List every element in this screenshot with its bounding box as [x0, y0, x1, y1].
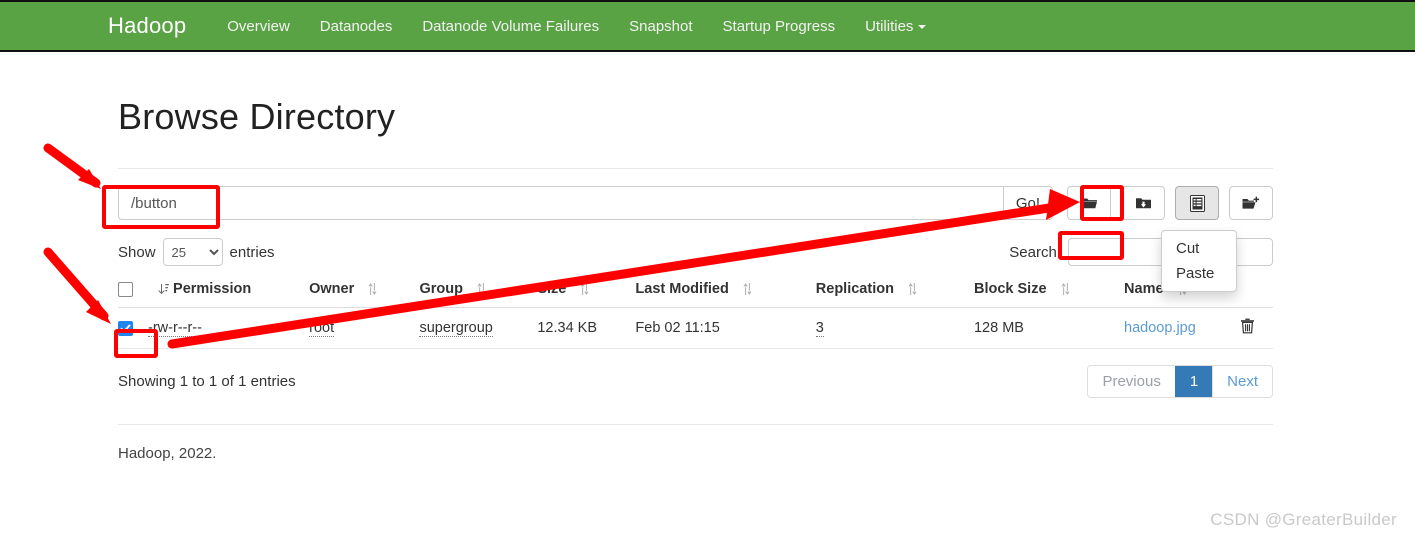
cell-group: supergroup: [419, 307, 538, 349]
cell-permission: -rw-r--r--: [148, 307, 310, 349]
group-value[interactable]: supergroup: [419, 320, 493, 337]
cell-block-size: 128 MB: [973, 307, 1125, 349]
header-replication-label: Replication: [815, 281, 894, 297]
path-bar: Go!: [118, 186, 1273, 292]
dropdown-item-paste[interactable]: Paste: [1162, 261, 1236, 286]
footer-divider: [118, 424, 1273, 425]
title-divider: [118, 168, 1273, 169]
select-all-checkbox[interactable]: [118, 281, 133, 297]
navbar-items: Hadoop Overview Datanodes Datanode Volum…: [108, 13, 941, 39]
files-table: Permission Owner Group Size Last Modifie…: [118, 273, 1273, 349]
row-select-cell[interactable]: [118, 307, 148, 349]
sort-icon: [580, 281, 590, 297]
header-last-modified[interactable]: Last Modified: [635, 273, 816, 308]
header-name-label: Name: [1124, 281, 1164, 297]
header-owner[interactable]: Owner: [309, 273, 420, 308]
page-title: Browse Directory: [118, 96, 396, 137]
search-label: Search:: [1009, 243, 1061, 261]
footer-text: Hadoop, 2022.: [118, 445, 217, 462]
header-actions: [1239, 273, 1273, 308]
show-label: Show: [118, 243, 156, 261]
sort-icon: [908, 281, 917, 297]
file-name-link[interactable]: hadoop.jpg: [1124, 320, 1196, 336]
nav-link-datanodes[interactable]: Datanodes: [305, 18, 408, 35]
show-entries-control: Show 25 entries: [118, 238, 275, 266]
nav-link-snapshot[interactable]: Snapshot: [614, 18, 707, 35]
sort-icon: [743, 281, 752, 297]
nav-link-utilities[interactable]: Utilities: [850, 18, 941, 35]
nav-link-overview[interactable]: Overview: [212, 18, 305, 35]
entries-label: entries: [229, 243, 275, 261]
folder-plus-button[interactable]: [1229, 186, 1273, 220]
header-permission[interactable]: Permission: [148, 273, 310, 308]
cell-replication: 3: [815, 307, 974, 349]
cell-name: hadoop.jpg: [1124, 307, 1240, 349]
sort-icon: [1060, 281, 1070, 297]
folder-open-icon: [1081, 196, 1098, 210]
cut-paste-dropdown: Cut Paste: [1161, 230, 1237, 292]
files-table-head: Permission Owner Group Size Last Modifie…: [118, 273, 1273, 308]
sort-active-icon: [158, 281, 169, 297]
go-button[interactable]: Go!: [1002, 186, 1053, 220]
cell-size: 12.34 KB: [537, 307, 636, 349]
table-header-row: Permission Owner Group Size Last Modifie…: [118, 273, 1273, 308]
path-input[interactable]: [118, 186, 1003, 220]
nav-link-datanode-volume-failures[interactable]: Datanode Volume Failures: [407, 18, 614, 35]
header-permission-label: Permission: [173, 281, 252, 297]
sort-icon: [477, 281, 486, 297]
cell-owner: root: [309, 307, 420, 349]
header-select-all[interactable]: [118, 273, 148, 308]
nav-link-utilities-label: Utilities: [865, 17, 914, 35]
pagination-page-1[interactable]: 1: [1174, 366, 1213, 397]
header-size[interactable]: Size: [537, 273, 636, 308]
replication-value[interactable]: 3: [815, 320, 824, 337]
cell-actions[interactable]: [1239, 307, 1273, 349]
clipboard-list-button[interactable]: [1175, 186, 1219, 220]
header-last-modified-label: Last Modified: [635, 281, 729, 297]
folder-open-button[interactable]: [1067, 186, 1111, 220]
sort-icon: [368, 281, 377, 297]
pagination-next[interactable]: Next: [1212, 366, 1272, 397]
nav-link-startup-progress[interactable]: Startup Progress: [708, 18, 851, 35]
pagination-previous[interactable]: Previous: [1088, 366, 1175, 397]
page-container: Browse Directory Go!: [118, 52, 1273, 462]
arrow-to-row-checkbox: [43, 247, 111, 324]
cell-last-modified: Feb 02 11:15: [635, 307, 816, 349]
owner-value[interactable]: root: [309, 320, 335, 337]
header-owner-label: Owner: [309, 281, 355, 297]
permission-value[interactable]: -rw-r--r--: [148, 320, 202, 337]
header-block-size[interactable]: Block Size: [973, 273, 1125, 308]
clipboard-list-icon: [1189, 194, 1205, 212]
header-group[interactable]: Group: [419, 273, 538, 308]
table-footer: Showing 1 to 1 of 1 entries Previous 1 N…: [118, 365, 1273, 398]
navbar-brand[interactable]: Hadoop: [108, 13, 186, 39]
watermark: CSDN @GreaterBuilder: [1210, 510, 1397, 529]
table-controls: Show 25 entries Search:: [118, 237, 1273, 267]
header-group-label: Group: [419, 281, 463, 297]
folder-upload-button[interactable]: [1121, 186, 1165, 220]
dropdown-item-cut[interactable]: Cut: [1162, 236, 1236, 261]
folder-upload-icon: [1135, 196, 1152, 210]
pagination: Previous 1 Next: [1087, 365, 1273, 398]
arrow-to-path-input: [43, 143, 101, 189]
row-checkbox[interactable]: [118, 320, 133, 336]
showing-info: Showing 1 to 1 of 1 entries: [118, 373, 296, 390]
caret-down-icon: [918, 24, 927, 29]
header-block-size-label: Block Size: [973, 281, 1047, 297]
top-navbar: Hadoop Overview Datanodes Datanode Volum…: [0, 0, 1415, 52]
table-row: -rw-r--r-- root supergroup 12.34 KB Feb …: [118, 307, 1273, 349]
path-toolbar: Cut Paste: [1067, 186, 1273, 292]
header-size-label: Size: [537, 281, 567, 297]
trash-icon[interactable]: [1240, 318, 1255, 338]
entries-select[interactable]: 25: [162, 238, 223, 266]
files-table-body: -rw-r--r-- root supergroup 12.34 KB Feb …: [118, 307, 1273, 349]
folder-plus-icon: [1242, 196, 1260, 211]
header-replication[interactable]: Replication: [815, 273, 974, 308]
